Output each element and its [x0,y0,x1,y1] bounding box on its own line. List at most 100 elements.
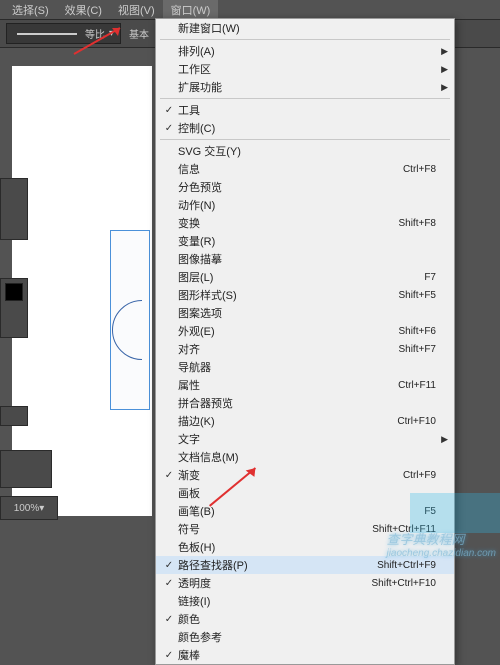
menu-shortcut: Shift+F5 [398,290,436,301]
panel-collapsed-1[interactable] [0,178,28,240]
menu-item[interactable]: 图形样式(S)Shift+F5 [156,286,454,304]
menu-item-label: 对齐 [178,341,398,357]
menu-item[interactable]: ✓控制(C) [156,119,454,137]
menu-item-label: 排列(A) [178,43,436,59]
chevron-right-icon: ▶ [441,82,448,93]
menu-item-label: 工作区 [178,61,436,77]
watermark-banner [410,493,500,533]
menu-item-label: 动作(N) [178,197,436,213]
stroke-profile-select[interactable]: 等比 ▾ [6,23,121,44]
menu-shortcut: Ctrl+F11 [398,380,436,391]
panel-collapsed-4[interactable] [0,450,52,488]
menu-item[interactable]: 新建窗口(W) [156,19,454,37]
menu-item-label: 链接(I) [178,593,436,609]
menu-item[interactable]: 排列(A) ▶ [156,42,454,60]
menu-item[interactable]: 外观(E)Shift+F6 [156,322,454,340]
menu-item[interactable]: 导航器 [156,358,454,376]
menu-item[interactable]: 动作(N) [156,196,454,214]
menu-shortcut: Shift+F6 [398,326,436,337]
window-menu-dropdown: 新建窗口(W)排列(A)▶工作区▶扩展功能▶✓工具✓控制(C)SVG 交互(Y)… [155,18,455,665]
check-icon: ✓ [160,560,178,571]
menu-item-label: 变换 [178,215,398,231]
menu-shortcut: Shift+Ctrl+F10 [372,578,436,589]
menu-item-label: 新建窗口(W) [178,20,436,36]
menu-item[interactable]: ✓工具 [156,101,454,119]
panel-collapsed-2[interactable] [0,278,28,338]
menu-shortcut: Shift+Ctrl+F9 [377,560,436,571]
menu-separator [160,39,450,40]
menu-item-label: 图像描摹 [178,251,436,267]
menu-shortcut: Shift+F8 [398,218,436,229]
chevron-right-icon: ▶ [441,434,448,445]
check-icon: ✓ [160,123,178,134]
menu-item[interactable]: ✓颜色 [156,610,454,628]
menu-item-label: 变量(R) [178,233,436,249]
menu-item-label: 文字 [178,431,436,447]
menu-item-label: 渐变 [178,467,403,483]
menu-item-label: 扩展功能 [178,79,436,95]
menu-item[interactable]: 文档信息(M) [156,448,454,466]
menubar-item[interactable]: 窗口(W) [163,0,219,20]
menu-item[interactable]: 描边(K)Ctrl+F10 [156,412,454,430]
menu-item-label: 图案选项 [178,305,436,321]
menu-item[interactable]: 图案选项 [156,304,454,322]
menu-item[interactable]: 属性Ctrl+F11 [156,376,454,394]
panel-collapsed-3[interactable] [0,406,28,426]
menu-item-label: 拼合器预览 [178,395,436,411]
menu-item-label: 导航器 [178,359,436,375]
menu-item[interactable]: 拼合器预览 [156,394,454,412]
menu-item-label: 画笔(B) [178,503,424,519]
menu-item-label: 外观(E) [178,323,398,339]
menu-item-label: 颜色 [178,611,436,627]
menubar-item[interactable]: 效果(C) [57,0,110,20]
menu-item[interactable]: 颜色参考 [156,628,454,646]
menu-item-label: SVG 交互(Y) [178,143,436,159]
menu-item[interactable]: 对齐Shift+F7 [156,340,454,358]
menu-separator [160,139,450,140]
check-icon: ✓ [160,650,178,661]
menu-item-label: 路径查找器(P) [178,557,377,573]
menu-item-label: 图形样式(S) [178,287,398,303]
menu-item[interactable]: 信息Ctrl+F8 [156,160,454,178]
menu-item-label: 信息 [178,161,403,177]
check-icon: ✓ [160,614,178,625]
chevron-right-icon: ▶ [441,46,448,57]
menu-shortcut: F7 [424,272,436,283]
menu-item[interactable]: 分色预览 [156,178,454,196]
zoom-level[interactable]: 100% ▾ [0,496,58,520]
menu-item[interactable]: ✓魔棒 [156,646,454,664]
menubar-item[interactable]: 选择(S) [4,0,57,20]
check-icon: ✓ [160,578,178,589]
check-icon: ✓ [160,470,178,481]
color-swatch[interactable] [5,283,23,301]
menu-item[interactable]: 扩展功能 ▶ [156,78,454,96]
menu-item-label: 透明度 [178,575,372,591]
menu-shortcut: Shift+F7 [398,344,436,355]
menubar-item[interactable]: 视图(V) [110,0,163,20]
menu-item-label: 描边(K) [178,413,397,429]
menu-item-label: 分色预览 [178,179,436,195]
watermark: 查字典教程网 jiaocheng.chazidian.com [386,529,496,559]
chevron-down-icon: ▾ [39,503,44,514]
menu-shortcut: Ctrl+F8 [403,164,436,175]
menu-item[interactable]: 链接(I) [156,592,454,610]
menu-item-label: 图层(L) [178,269,424,285]
stroke-preview [17,33,77,35]
menu-item[interactable]: SVG 交互(Y) [156,142,454,160]
menu-item-label: 工具 [178,102,436,118]
menu-item[interactable]: 变换Shift+F8 [156,214,454,232]
toolbar-right-label: 基本 [129,26,149,41]
menu-shortcut: Ctrl+F10 [397,416,436,427]
menu-item[interactable]: 工作区▶ [156,60,454,78]
menu-item[interactable]: ✓渐变Ctrl+F9 [156,466,454,484]
menu-item[interactable]: 图层(L)F7 [156,268,454,286]
menu-item-label: 符号 [178,521,372,537]
chevron-down-icon: ▾ [109,28,114,39]
menu-item-label: 画板 [178,485,436,501]
menu-item[interactable]: 变量(R) [156,232,454,250]
menu-item[interactable]: 图像描摹 [156,250,454,268]
menu-separator [160,98,450,99]
menu-item[interactable]: 文字 ▶ [156,430,454,448]
menu-item[interactable]: ✓透明度Shift+Ctrl+F10 [156,574,454,592]
check-icon: ✓ [160,105,178,116]
